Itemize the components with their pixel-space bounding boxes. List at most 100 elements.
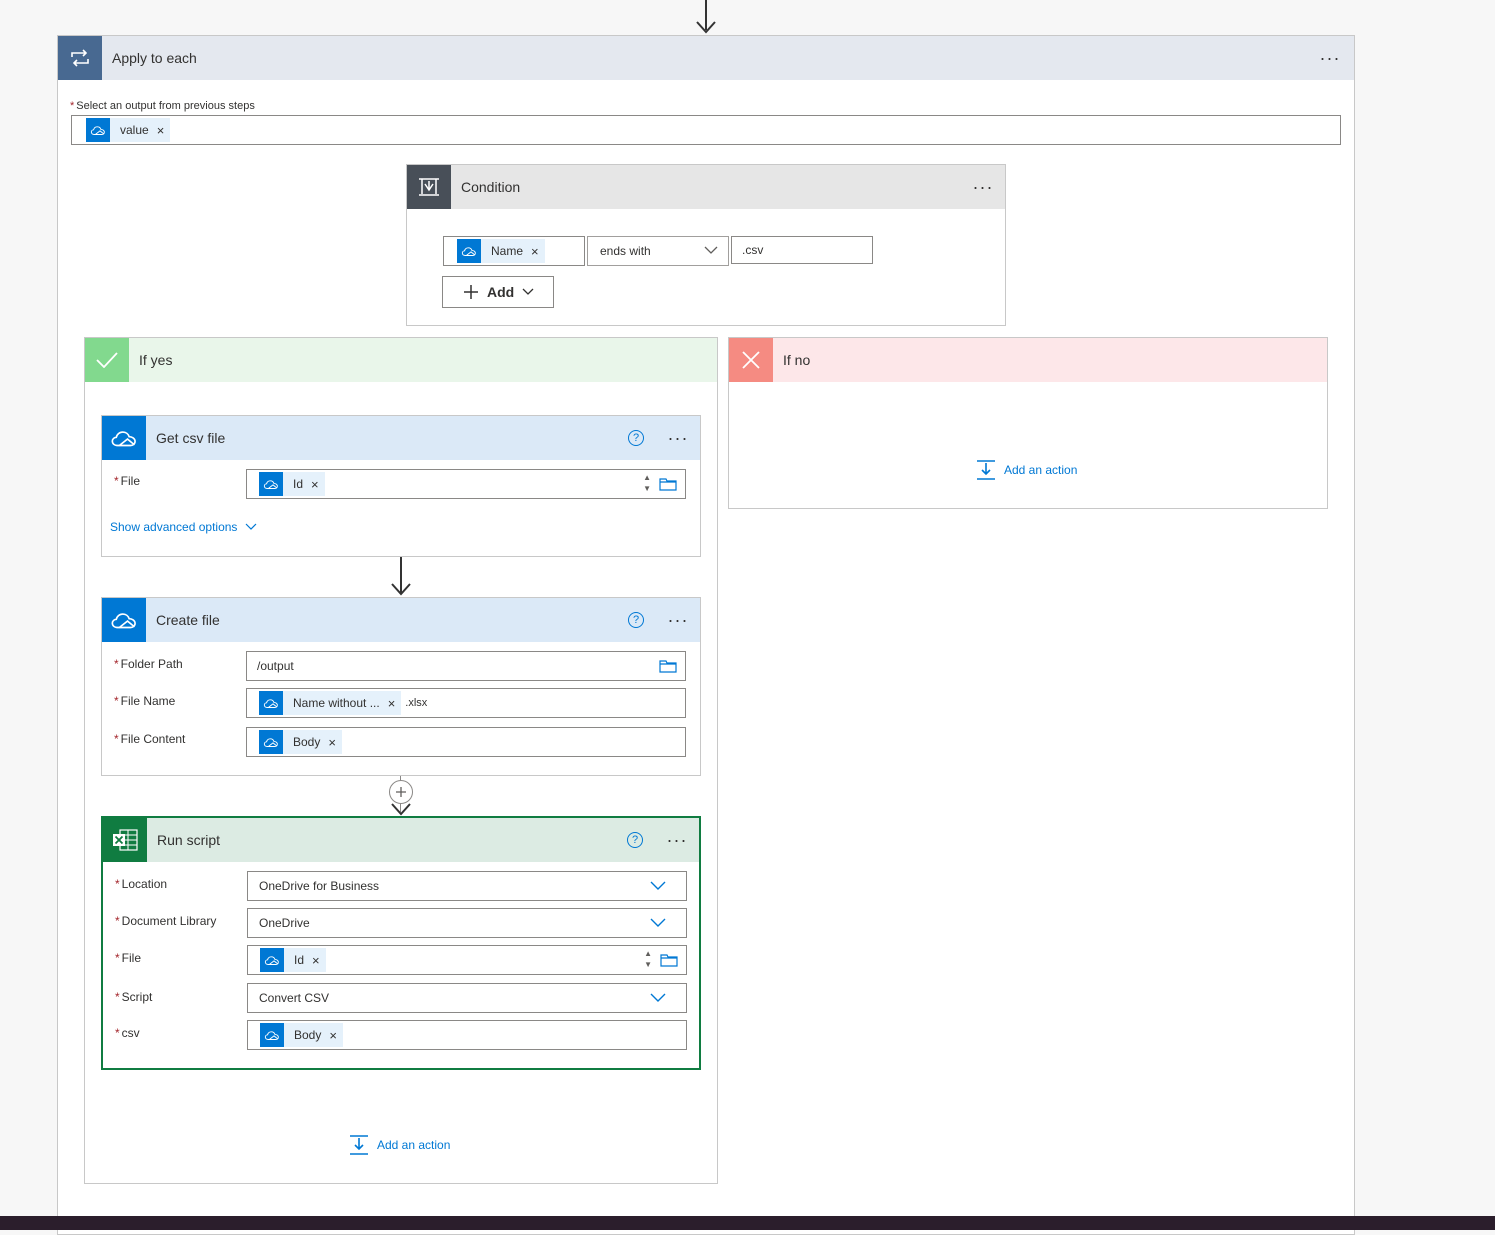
advanced-label: Show advanced options: [110, 520, 238, 534]
file-label: * File: [114, 474, 141, 488]
document-library-label: * Document Library: [115, 914, 217, 928]
add-label: Add: [487, 284, 515, 300]
create-file-title: Create file: [156, 612, 220, 628]
id-token: Id ×: [260, 948, 326, 972]
onedrive-icon: [259, 730, 283, 754]
script-select[interactable]: Convert CSV: [247, 983, 687, 1013]
more-options-button[interactable]: ···: [663, 831, 691, 849]
check-icon: [85, 338, 129, 382]
remove-token-button[interactable]: ×: [312, 953, 326, 968]
taskbar-strip: [0, 1216, 1495, 1230]
onedrive-icon: [86, 118, 110, 142]
onedrive-icon: [259, 691, 283, 715]
condition-right-operand[interactable]: .csv: [731, 236, 873, 264]
remove-token-button[interactable]: ×: [329, 1028, 343, 1043]
help-icon[interactable]: ?: [628, 612, 644, 628]
plus-icon: [396, 787, 406, 797]
folder-icon[interactable]: [660, 953, 678, 967]
script-label: * Script: [115, 990, 153, 1004]
more-options-button[interactable]: ···: [664, 429, 692, 447]
file-content-field[interactable]: Body ×: [246, 727, 686, 757]
file-name-field[interactable]: Name without ... × .xlsx: [246, 688, 686, 718]
get-csv-file-header[interactable]: Get csv file ? ···: [102, 416, 700, 460]
token-label: Body: [294, 1028, 322, 1042]
apply-to-each-title: Apply to each: [112, 50, 197, 66]
chevron-down-icon: [522, 288, 534, 295]
if-yes-title: If yes: [139, 352, 173, 368]
if-yes-header[interactable]: If yes: [85, 338, 717, 382]
folder-icon[interactable]: [659, 659, 677, 673]
apply-to-each-header[interactable]: Apply to each ···: [58, 36, 1354, 80]
file-field[interactable]: Id × ▲ ▼: [247, 945, 687, 975]
folder-path-field[interactable]: /output: [246, 651, 686, 681]
remove-token-button[interactable]: ×: [328, 735, 342, 750]
show-advanced-options-link[interactable]: Show advanced options: [110, 520, 257, 534]
more-options-button[interactable]: ···: [969, 178, 997, 196]
operator-value: ends with: [600, 244, 651, 258]
more-options-button[interactable]: ···: [664, 611, 692, 629]
script-value: Convert CSV: [259, 991, 330, 1005]
onedrive-icon: [102, 598, 146, 642]
id-token: Id ×: [259, 472, 325, 496]
help-icon[interactable]: ?: [628, 430, 644, 446]
excel-icon: [103, 818, 147, 862]
csv-label: * csv: [115, 1026, 140, 1040]
run-script-card: Run script ? ··· * Location OneDrive for …: [101, 816, 701, 1070]
chevron-down-icon: [650, 993, 666, 1002]
file-field[interactable]: Id × ▲ ▼: [246, 469, 686, 499]
help-icon[interactable]: ?: [627, 832, 643, 848]
arrow-down-icon: [696, 21, 716, 34]
remove-token-button[interactable]: ×: [388, 696, 402, 711]
chevron-down-icon: [704, 246, 718, 254]
add-action-button[interactable]: Add an action: [349, 1135, 450, 1155]
remove-token-button[interactable]: ×: [311, 477, 325, 492]
get-csv-file-title: Get csv file: [156, 430, 226, 446]
folder-path-value: /output: [257, 659, 294, 673]
condition-icon: [407, 165, 451, 209]
folder-icon[interactable]: [659, 477, 677, 491]
file-label: * File: [115, 951, 142, 965]
file-name-label: * File Name: [114, 694, 176, 708]
insert-step-button[interactable]: [389, 780, 413, 804]
location-label: * Location: [115, 877, 168, 891]
folder-path-label: * Folder Path: [114, 657, 183, 671]
token-label: Name: [491, 244, 524, 258]
get-csv-file-card: Get csv file ? ··· * File Id × ▲ ▼ Show ad…: [101, 415, 701, 557]
document-library-value: OneDrive: [259, 916, 310, 930]
spinner-control[interactable]: ▲ ▼: [643, 472, 651, 494]
spinner-control[interactable]: ▲ ▼: [644, 948, 652, 970]
csv-field[interactable]: Body ×: [247, 1020, 687, 1050]
token-label: Id: [294, 953, 305, 967]
document-library-select[interactable]: OneDrive: [247, 908, 687, 938]
select-output-field[interactable]: value ×: [71, 115, 1341, 145]
file-name-suffix: .xlsx: [405, 697, 428, 709]
if-no-header[interactable]: If no: [729, 338, 1327, 382]
remove-token-button[interactable]: ×: [531, 244, 545, 259]
condition-operator-select[interactable]: ends with: [587, 236, 729, 266]
onedrive-icon: [102, 416, 146, 460]
condition-header[interactable]: Condition ···: [407, 165, 1005, 209]
condition-card: Condition ··· Name × ends with .csv Add: [406, 164, 1006, 326]
add-action-icon: [977, 460, 995, 480]
create-file-header[interactable]: Create file ? ···: [102, 598, 700, 642]
token-label: Name without ...: [293, 696, 380, 710]
add-action-button[interactable]: Add an action: [976, 460, 1077, 480]
add-condition-button[interactable]: Add: [442, 276, 554, 308]
more-options-button[interactable]: ···: [1316, 49, 1344, 67]
if-no-branch: If no Add an action: [728, 337, 1328, 509]
location-select[interactable]: OneDrive for Business: [247, 871, 687, 901]
token-label: Id: [293, 477, 304, 491]
add-action-icon: [350, 1135, 368, 1155]
onedrive-icon: [260, 948, 284, 972]
plus-icon: [464, 285, 478, 299]
arrow-down-icon: [391, 803, 411, 816]
token-label: value: [120, 123, 149, 137]
run-script-header[interactable]: Run script ? ···: [103, 818, 699, 862]
condition-left-operand[interactable]: Name ×: [443, 236, 585, 266]
remove-token-button[interactable]: ×: [157, 123, 171, 138]
chevron-down-icon: [650, 881, 666, 890]
add-action-label: Add an action: [377, 1138, 451, 1152]
body-token: Body ×: [260, 1023, 343, 1047]
if-no-title: If no: [783, 352, 811, 368]
arrow-down-icon: [391, 583, 411, 596]
